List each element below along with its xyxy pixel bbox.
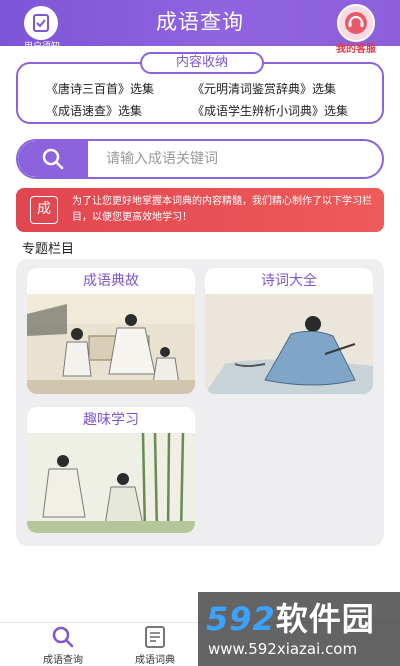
- customer-service-label: 我的客服: [336, 44, 376, 55]
- topic-card-title: 诗词大全: [261, 273, 317, 289]
- watermark-number: 592: [206, 600, 276, 638]
- dictionary-icon: [145, 626, 165, 648]
- topic-card-title: 成语典故: [83, 273, 139, 289]
- search-icon: [42, 148, 64, 170]
- scholars-painting-image: [27, 294, 195, 394]
- topic-card-idiom-stories[interactable]: 成语典故: [27, 268, 195, 394]
- collection-caption: 内容收纳: [140, 52, 264, 74]
- user-notice-label: 用户须知: [23, 42, 60, 52]
- customer-service-icon: [337, 4, 375, 42]
- search-input[interactable]: [106, 141, 376, 177]
- watermark-brand: 软件园: [275, 600, 375, 638]
- tab-idiom-search[interactable]: 成语查询: [18, 623, 108, 666]
- tab-idiom-dictionary[interactable]: 成语词典: [110, 623, 200, 666]
- content-collection-box: 内容收纳 《唐诗三百首》选集 《元明清词鉴赏辞典》选集 《成语速查》选集 《成语…: [16, 52, 384, 124]
- topic-card-title: 趣味学习: [83, 412, 139, 428]
- customer-service-button[interactable]: 我的客服: [326, 4, 386, 55]
- search-button[interactable]: [18, 141, 88, 177]
- collection-item-tang-poems[interactable]: 《唐诗三百首》选集: [46, 80, 154, 97]
- bamboo-painting-image: [27, 433, 195, 533]
- poet-painting-image: [205, 294, 373, 394]
- topic-card-poetry[interactable]: 诗词大全: [205, 268, 373, 394]
- seal-icon: 成: [30, 196, 58, 224]
- tab-label: 成语查询: [43, 655, 83, 666]
- collection-item-yuan-ming-qing-ci[interactable]: 《元明清词鉴赏辞典》选集: [192, 80, 336, 97]
- tab-label: 成语词典: [135, 655, 175, 666]
- topic-card-fun-learning[interactable]: 趣味学习: [27, 407, 195, 533]
- watermark-url: www.592xiazai.com: [208, 640, 358, 658]
- notice-text: 为了让您更好地掌握本词典的内容精髓，我们精心制作了以下学习栏目，以便您更高效地学…: [72, 196, 372, 223]
- search-icon: [52, 626, 74, 648]
- search-bar: [16, 139, 384, 179]
- section-title: 专题栏目: [22, 242, 75, 257]
- collection-item-idiom-quick-lookup[interactable]: 《成语速查》选集: [46, 102, 142, 119]
- site-watermark: 592软件园 www.592xiazai.com: [198, 592, 400, 666]
- notice-banner: 成 为了让您更好地掌握本词典的内容精髓，我们精心制作了以下学习栏目，以便您更高效…: [16, 188, 384, 232]
- app-header: 用户须知 成语查询 我的客服: [0, 0, 400, 55]
- collection-item-student-idiom-dictionary[interactable]: 《成语学生辨析小词典》选集: [192, 102, 348, 119]
